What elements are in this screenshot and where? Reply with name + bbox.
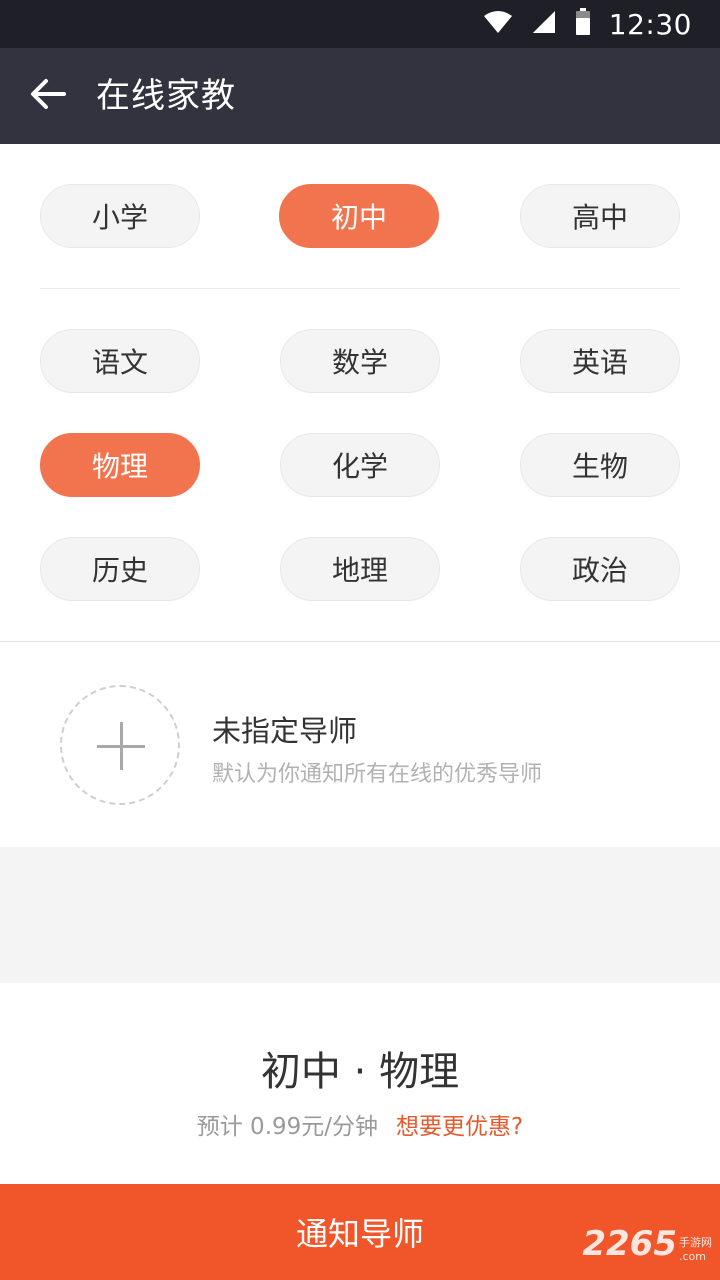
back-button[interactable] xyxy=(24,72,72,120)
page-title: 在线家教 xyxy=(96,76,236,116)
tutor-title: 未指定导师 xyxy=(212,714,358,748)
status-time: 12:30 xyxy=(608,7,692,41)
wifi-icon xyxy=(483,10,513,38)
subject-option-history[interactable]: 历史 xyxy=(40,537,200,601)
price-line: 预计 0.99元/分钟 想要更优惠? xyxy=(0,1107,720,1141)
status-bar: 12:30 xyxy=(0,0,720,48)
divider xyxy=(40,288,680,289)
subject-option-biology[interactable]: 生物 xyxy=(520,433,680,497)
add-tutor-button[interactable] xyxy=(60,685,180,805)
app-bar: 在线家教 xyxy=(0,48,720,144)
watermark-site-cn: 手游网 xyxy=(679,1236,712,1249)
subject-option-politics[interactable]: 政治 xyxy=(520,537,680,601)
price-estimate: 预计 0.99元/分钟 xyxy=(196,1114,379,1140)
subject-option-physics[interactable]: 物理 xyxy=(40,433,200,497)
arrow-left-icon xyxy=(30,78,66,114)
subject-option-math[interactable]: 数学 xyxy=(280,329,440,393)
watermark-site-en: .com xyxy=(679,1250,706,1263)
grade-option-junior[interactable]: 初中 xyxy=(279,184,439,248)
grade-option-primary[interactable]: 小学 xyxy=(40,184,200,248)
subject-option-chinese[interactable]: 语文 xyxy=(40,329,200,393)
subject-option-english[interactable]: 英语 xyxy=(520,329,680,393)
summary-title: 初中 · 物理 xyxy=(260,1049,460,1095)
spacer xyxy=(0,847,720,983)
subject-option-geography[interactable]: 地理 xyxy=(280,537,440,601)
battery-icon xyxy=(575,8,591,40)
subject-option-chemistry[interactable]: 化学 xyxy=(280,433,440,497)
watermark-site: 手游网 .com xyxy=(679,1236,712,1264)
grade-option-senior[interactable]: 高中 xyxy=(520,184,680,248)
status-icons: 12:30 xyxy=(483,0,692,48)
select-tutor-row[interactable]: 未指定导师 默认为你通知所有在线的优秀导师 xyxy=(0,642,720,847)
tutor-subtitle: 默认为你通知所有在线的优秀导师 xyxy=(212,762,543,787)
watermark-number: 2265 xyxy=(582,1224,677,1264)
discount-link[interactable]: 想要更优惠? xyxy=(396,1114,523,1140)
watermark-logo: 2265 手游网 .com xyxy=(582,1224,712,1264)
order-summary: 初中 · 物理 预计 0.99元/分钟 想要更优惠? xyxy=(0,983,720,1184)
cellular-signal-icon xyxy=(531,10,557,38)
